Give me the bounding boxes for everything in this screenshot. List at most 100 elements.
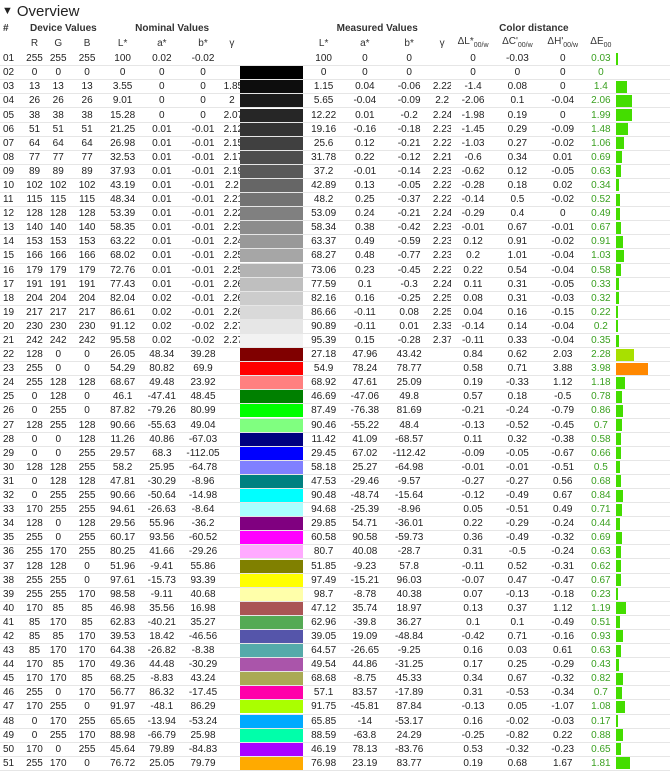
table-row: 32 0 255 255 90.66 -50.64 -14.98 90.48 -48.74 -15… (0, 488, 670, 504)
measured-l: 42.89 (303, 178, 345, 194)
row-index: 51 (0, 756, 23, 771)
nominal-l: 29.56 (104, 516, 142, 532)
delta-e-bar-cell (616, 347, 670, 363)
device-b: 191 (70, 277, 105, 292)
nominal-b: 86.29 (182, 699, 224, 715)
nominal-l: 68.67 (104, 375, 142, 391)
delta-c: -0.05 (494, 446, 541, 461)
nominal-a: 68.3 (141, 446, 183, 461)
nominal-l: 76.72 (104, 756, 142, 771)
device-g: 128 (46, 474, 71, 490)
device-r: 230 (22, 319, 47, 334)
delta-e-bar (616, 531, 623, 544)
table-row: 01 255 255 255 100 0.02 -0.02 100 0 0 0 -0.03 0 0.03 (0, 52, 670, 67)
nominal-l: 21.25 (104, 122, 142, 137)
nominal-b: 49.04 (182, 418, 224, 433)
measured-a: 0.49 (344, 234, 386, 250)
table-row: 25 0 128 0 46.1 -47.41 48.45 46.69 -47.06 49.8 0.5… (0, 389, 670, 405)
nominal-a: 0 (141, 79, 183, 95)
row-index: 43 (0, 643, 23, 659)
measured-a: 47.61 (344, 375, 386, 391)
device-g: 102 (46, 178, 71, 194)
color-swatch (240, 446, 304, 461)
device-b: 255 (70, 446, 105, 461)
nominal-gamma (223, 361, 241, 377)
delta-h: -0.5 (540, 389, 586, 405)
swatch-fill (240, 66, 304, 79)
device-g: 89 (46, 164, 71, 179)
delta-h: -0.03 (540, 291, 586, 306)
color-swatch (240, 333, 304, 349)
row-index: 20 (0, 319, 23, 334)
delta-e-bar (616, 376, 626, 389)
delta-c: -0.49 (494, 530, 541, 546)
table-row: 1921721721786.610.02-0.012.2686.66-0.110… (0, 305, 670, 320)
row-index: 22 (0, 347, 23, 363)
measured-b: 18.97 (385, 601, 433, 616)
device-b: 255 (70, 52, 105, 67)
triangle-down-icon[interactable]: ▼ (2, 5, 13, 17)
delta-e: 0.33 (585, 277, 617, 292)
delta-l: 0.57 (451, 389, 495, 405)
delta-e-bar (616, 686, 623, 699)
table-row: 31 0 128 128 47.81 -30.29 -8.96 47.53 -29.46 -9.5… (0, 474, 670, 490)
measured-gamma (432, 460, 452, 475)
nominal-b: -0.01 (182, 178, 224, 194)
delta-l: -0.11 (451, 333, 495, 349)
table-row: 1719119119177.430.01-0.012.2677.590.1-0.… (0, 277, 670, 292)
row-index: 11 (0, 192, 23, 208)
measured-gamma (432, 375, 452, 391)
device-r: 13 (22, 79, 47, 95)
color-swatch (240, 587, 304, 602)
delta-e: 0.63 (585, 164, 617, 179)
color-swatch (240, 657, 304, 673)
device-r: 85 (22, 615, 47, 630)
delta-l: 0.11 (451, 277, 495, 292)
measured-b: 45.33 (385, 671, 433, 687)
nominal-a: -26.63 (141, 502, 183, 518)
device-g: 85 (46, 629, 71, 645)
measured-l: 37.2 (303, 164, 345, 179)
nominal-b: 48.45 (182, 389, 224, 405)
table-row: 29 0 0 255 29.57 68.3 -112.05 29.45 67.02 -112.42… (0, 446, 670, 461)
nominal-a: 0.01 (141, 263, 183, 278)
delta-l: 0.34 (451, 671, 495, 687)
delta-h: -0.05 (540, 164, 586, 179)
device-r: 255 (22, 530, 47, 546)
delta-c: 0.71 (494, 629, 541, 645)
swatch-fill (240, 291, 304, 305)
nominal-a: 18.42 (141, 629, 183, 645)
swatch-fill (240, 193, 304, 206)
delta-e-bar (616, 123, 629, 136)
delta-e-bar-cell (616, 277, 670, 292)
device-b: 64 (70, 136, 105, 151)
measured-l: 65.85 (303, 714, 345, 729)
delta-e-bar-cell (616, 488, 670, 504)
delta-e-bar (616, 433, 622, 446)
delta-e-bar-cell (616, 107, 670, 123)
color-swatch (240, 615, 304, 630)
measured-a: -45.81 (344, 699, 386, 715)
nominal-a: 25.05 (141, 756, 183, 771)
overview-section-header[interactable]: ▼ Overview (2, 1, 79, 21)
device-g: 128 (46, 460, 71, 475)
table-row: 35 255 0 255 60.17 93.56 -60.52 60.58 90.58 -59.7… (0, 530, 670, 546)
device-b: 0 (70, 403, 105, 419)
device-b: 255 (70, 488, 105, 504)
nominal-a: -47.41 (141, 389, 183, 405)
delta-e: 0.58 (585, 263, 617, 278)
delta-c: 0.91 (494, 234, 541, 250)
color-swatch (240, 601, 304, 616)
nominal-gamma (223, 403, 241, 419)
delta-c: 0.68 (494, 756, 541, 771)
color-swatch (240, 544, 304, 560)
delta-l: 0.84 (451, 347, 495, 363)
delta-e: 0.51 (585, 615, 617, 630)
table-row: 43 85 170 170 64.38 -26.82 -8.38 64.57 -26.65 -9.… (0, 643, 670, 659)
delta-e-bar (616, 278, 620, 291)
delta-h: -0.02 (540, 234, 586, 250)
measured-a: 0.01 (344, 107, 386, 123)
measured-a: -39.8 (344, 615, 386, 630)
delta-h: -0.49 (540, 615, 586, 630)
measured-l: 39.05 (303, 629, 345, 645)
